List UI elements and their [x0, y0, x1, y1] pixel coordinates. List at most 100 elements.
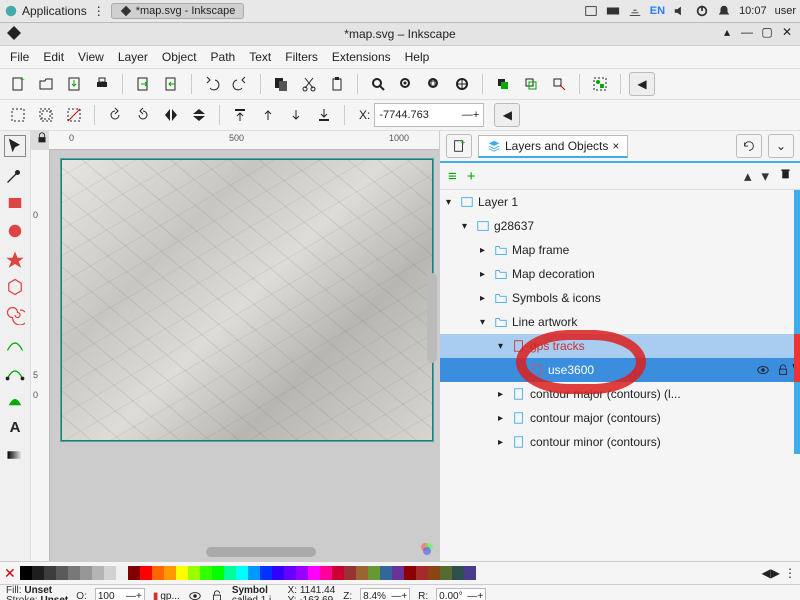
- ruler-horizontal[interactable]: 0 500 1000: [49, 131, 439, 150]
- new-button[interactable]: +: [6, 72, 30, 96]
- cut-button[interactable]: [297, 72, 321, 96]
- network-icon[interactable]: [628, 4, 642, 18]
- lower-button[interactable]: [284, 103, 308, 127]
- redo-button[interactable]: [228, 72, 252, 96]
- color-swatch[interactable]: [296, 566, 308, 580]
- color-swatch[interactable]: [380, 566, 392, 580]
- zoom-center-button[interactable]: [450, 72, 474, 96]
- new-dialog-button[interactable]: +: [446, 134, 472, 158]
- select-all-button[interactable]: [6, 103, 30, 127]
- select-all-layers-button[interactable]: [34, 103, 58, 127]
- color-swatch[interactable]: [32, 566, 44, 580]
- menu-edit[interactable]: Edit: [43, 50, 64, 64]
- menu-object[interactable]: Object: [162, 50, 197, 64]
- window-rollup-icon[interactable]: ▴: [720, 25, 734, 39]
- color-swatch[interactable]: [272, 566, 284, 580]
- color-swatch[interactable]: [92, 566, 104, 580]
- add-layer-button[interactable]: ≡: [448, 168, 457, 185]
- color-swatch[interactable]: [164, 566, 176, 580]
- import-button[interactable]: [131, 72, 155, 96]
- tree-row-mapframe[interactable]: ▸Map frame: [440, 238, 800, 262]
- tree-row-group[interactable]: ▾g28637: [440, 214, 800, 238]
- color-swatch[interactable]: [212, 566, 224, 580]
- color-swatch[interactable]: [236, 566, 248, 580]
- ruler-vertical[interactable]: 0 5 0: [31, 150, 50, 561]
- color-swatch[interactable]: [404, 566, 416, 580]
- menu-file[interactable]: File: [10, 50, 29, 64]
- deselect-button[interactable]: [62, 103, 86, 127]
- taskbar-button[interactable]: *map.svg - Inkscape: [111, 3, 245, 19]
- lock-icon[interactable]: [776, 363, 790, 377]
- color-swatch[interactable]: [284, 566, 296, 580]
- ellipse-tool[interactable]: [5, 221, 25, 241]
- color-swatch[interactable]: [56, 566, 68, 580]
- toolbar-overflow-button[interactable]: ◀: [629, 72, 655, 96]
- color-swatch[interactable]: [80, 566, 92, 580]
- color-swatch[interactable]: [128, 566, 140, 580]
- flip-v-button[interactable]: [187, 103, 211, 127]
- color-swatch[interactable]: [248, 566, 260, 580]
- scrollbar-vertical[interactable]: [427, 273, 437, 363]
- dock-menu-button[interactable]: ⌄: [768, 134, 794, 158]
- visibility-icon[interactable]: [756, 363, 770, 377]
- unlink-clone-button[interactable]: [547, 72, 571, 96]
- clock[interactable]: 10:07: [739, 5, 767, 17]
- save-button[interactable]: [62, 72, 86, 96]
- rotate-ccw-button[interactable]: [103, 103, 127, 127]
- gradient-tool[interactable]: [5, 445, 25, 465]
- color-swatch[interactable]: [140, 566, 152, 580]
- spiral-tool[interactable]: [5, 305, 25, 325]
- applications-menu[interactable]: Applications: [4, 4, 87, 18]
- color-swatch[interactable]: [224, 566, 236, 580]
- tree-row-gpstracks[interactable]: ▾gps tracks: [440, 334, 800, 358]
- keyboard-layout[interactable]: EN: [650, 5, 665, 17]
- tree-row-cmaj1[interactable]: ▸contour major (contours) (l...: [440, 382, 800, 406]
- visibility-toggle[interactable]: [188, 589, 202, 600]
- tree-row-lineartwork[interactable]: ▾Line artwork: [440, 310, 800, 334]
- raise-top-button[interactable]: [228, 103, 252, 127]
- menu-path[interactable]: Path: [211, 50, 236, 64]
- bezier-tool[interactable]: [5, 361, 25, 381]
- tree-row-layer1[interactable]: ▾Layer 1: [440, 190, 800, 214]
- star-tool[interactable]: [5, 249, 25, 269]
- color-swatch[interactable]: [116, 566, 128, 580]
- window-titlebar[interactable]: *map.svg – Inkscape ▴ — ▢ ✕: [0, 23, 800, 46]
- delete-layer-button[interactable]: [779, 167, 792, 185]
- layer-tree[interactable]: ▾Layer 1 ▾g28637 ▸Map frame ▸Map decorat…: [440, 190, 800, 561]
- tree-row-cmin[interactable]: ▸contour minor (contours): [440, 430, 800, 454]
- rotation-input[interactable]: 0.00°—+: [436, 588, 486, 600]
- tray-icon[interactable]: [606, 4, 620, 18]
- coord-x-input[interactable]: -7744.763—+: [374, 103, 484, 127]
- group-button[interactable]: [588, 72, 612, 96]
- color-swatch[interactable]: [176, 566, 188, 580]
- color-swatch[interactable]: [416, 566, 428, 580]
- rect-tool[interactable]: [5, 193, 25, 213]
- tree-row-cmaj2[interactable]: ▸contour major (contours): [440, 406, 800, 430]
- copy-button[interactable]: [269, 72, 293, 96]
- color-swatch[interactable]: [464, 566, 476, 580]
- export-button[interactable]: [159, 72, 183, 96]
- color-swatch[interactable]: [200, 566, 212, 580]
- print-button[interactable]: [90, 72, 114, 96]
- raise-button[interactable]: [256, 103, 280, 127]
- dock-history-button[interactable]: [736, 134, 762, 158]
- open-button[interactable]: [34, 72, 58, 96]
- zoom-drawing-button[interactable]: [394, 72, 418, 96]
- stroke-value[interactable]: Unset: [40, 595, 68, 600]
- palette-scroll-left[interactable]: ◀: [762, 566, 771, 580]
- pencil-tool[interactable]: [5, 333, 25, 353]
- color-swatch[interactable]: [320, 566, 332, 580]
- paste-button[interactable]: [325, 72, 349, 96]
- zoom-page-button[interactable]: [422, 72, 446, 96]
- palette-scroll-right[interactable]: ▶: [771, 566, 780, 580]
- toolbar-overflow-button[interactable]: ◀: [494, 103, 520, 127]
- color-swatch[interactable]: [68, 566, 80, 580]
- opacity-input[interactable]: 100—+: [95, 588, 145, 600]
- layer-down-button[interactable]: ▾: [761, 167, 769, 185]
- tree-row-symbols[interactable]: ▸Symbols & icons: [440, 286, 800, 310]
- zoom-input[interactable]: 8.4%—+: [360, 588, 410, 600]
- layer-indicator[interactable]: ▮gp...: [153, 591, 180, 600]
- lower-bottom-button[interactable]: [312, 103, 336, 127]
- rotate-cw-button[interactable]: [131, 103, 155, 127]
- color-swatch[interactable]: [452, 566, 464, 580]
